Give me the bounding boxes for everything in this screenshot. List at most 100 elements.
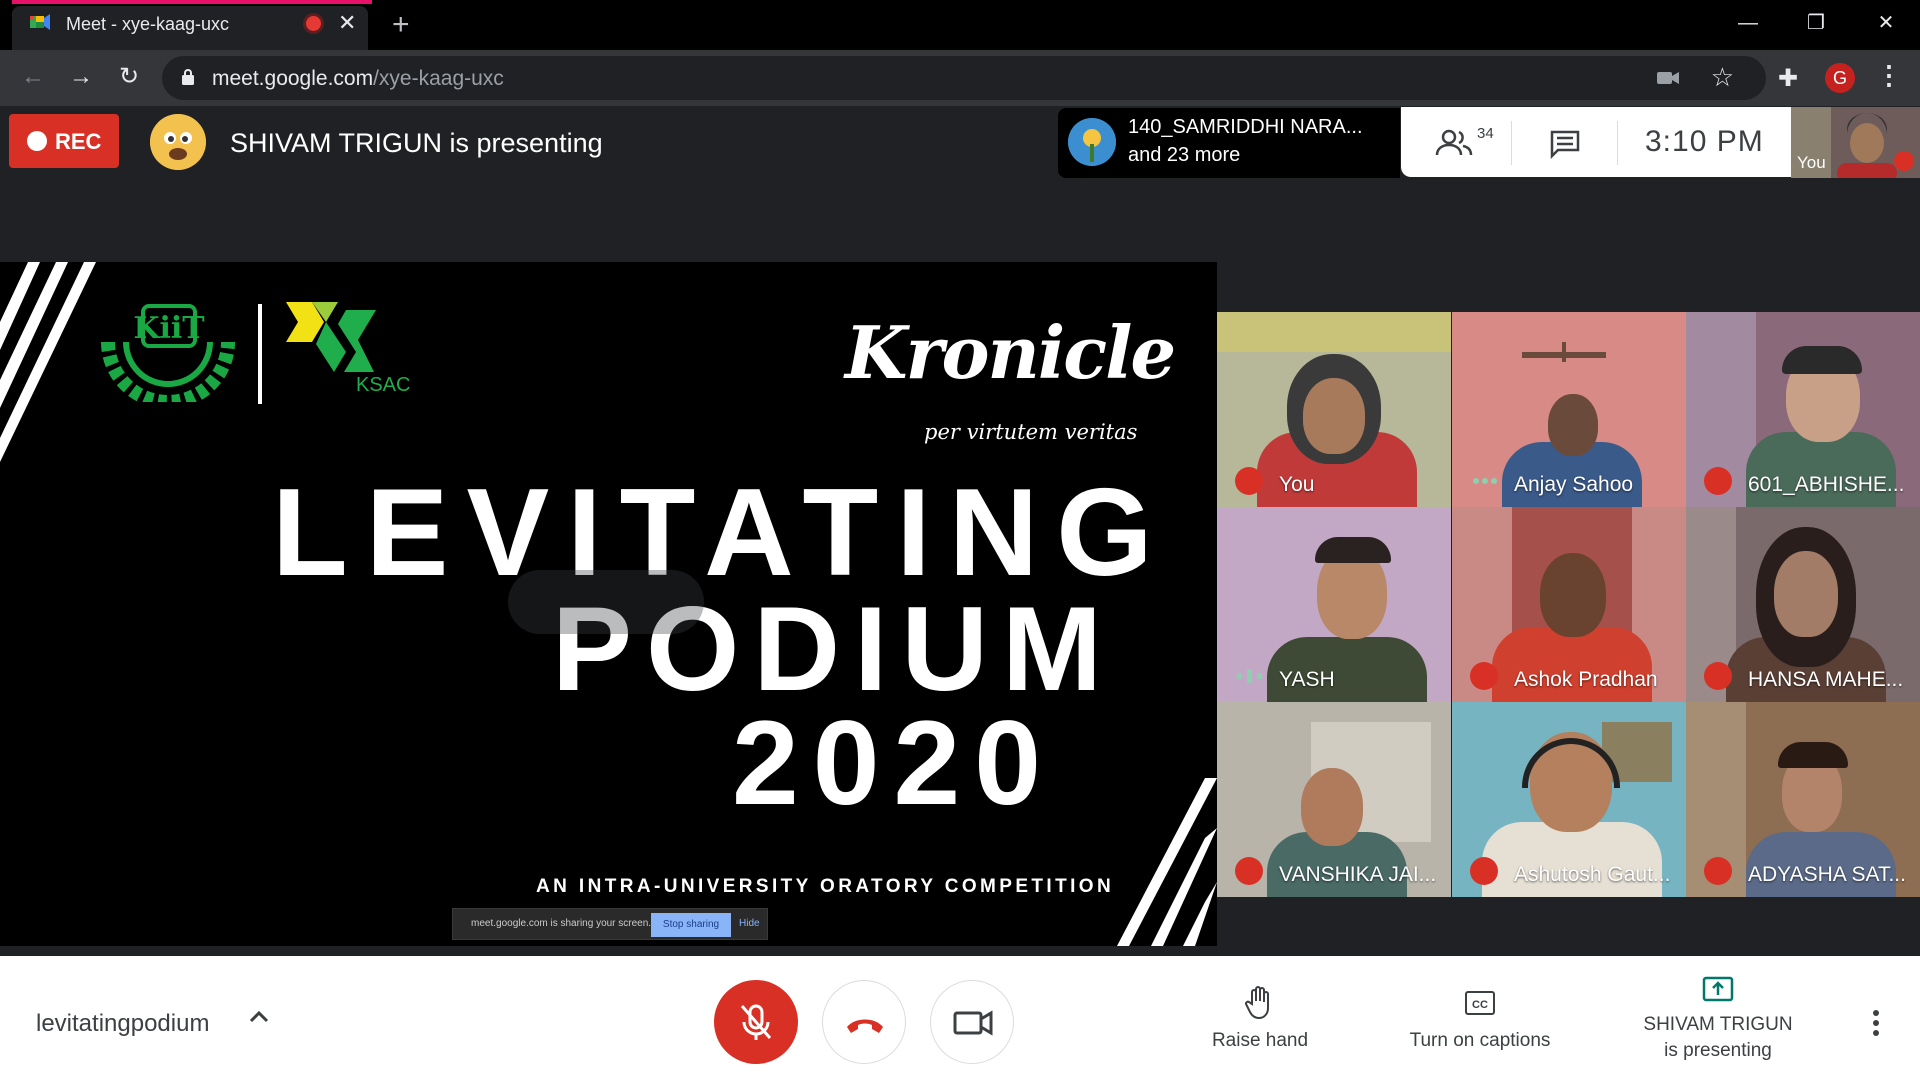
presenting-label-line-1: SHIVAM TRIGUN — [1643, 1014, 1793, 1035]
tile-face — [1774, 551, 1838, 637]
participant-tile[interactable]: HANSA MAHE... — [1686, 507, 1920, 702]
self-view-thumbnail[interactable]: You — [1791, 107, 1920, 178]
browser-toolbar: ← → ↻ meet.google.com/xye-kaag-uxc ☆ ✚ G… — [0, 50, 1920, 106]
minimize-icon[interactable]: — — [1718, 6, 1778, 42]
stop-sharing-button[interactable]: Stop sharing — [651, 913, 731, 937]
people-count: 34 — [1477, 125, 1494, 142]
kronicle-tagline: per virtutem veritas — [924, 420, 1138, 444]
tile-background — [1217, 312, 1451, 352]
tab-close-icon[interactable]: ✕ — [338, 10, 356, 36]
tile-hover-controls — [508, 570, 704, 634]
forward-icon[interactable]: → — [64, 60, 98, 94]
new-tab-icon[interactable]: + — [392, 8, 410, 42]
chrome-menu-icon[interactable]: ⋮ — [1876, 60, 1902, 91]
video-camera-icon — [953, 1010, 993, 1036]
participant-tile[interactable]: Anjay Sahoo — [1452, 312, 1686, 507]
tile-hair — [1315, 537, 1391, 563]
kiit-logo: KiiT — [101, 304, 235, 402]
panel-divider — [1617, 121, 1618, 165]
raise-hand-button[interactable]: Raise hand — [1196, 984, 1324, 1052]
tile-face — [1540, 553, 1606, 637]
chevron-up-icon[interactable] — [248, 1006, 270, 1028]
participant-name: You — [1279, 473, 1315, 496]
tab-title: Meet - xye-kaag-uxc — [66, 14, 230, 34]
participant-tile[interactable]: YASH — [1217, 507, 1451, 702]
panel-divider — [1511, 121, 1512, 165]
speaking-icon — [1237, 669, 1262, 683]
presenting-text: SHIVAM TRIGUN is presenting — [230, 128, 603, 158]
browser-tab-bar: Meet - xye-kaag-uxc ✕ + — ❐ ✕ — [0, 0, 1920, 50]
extensions-icon[interactable]: ✚ — [1778, 64, 1798, 93]
mic-off-icon — [1235, 467, 1263, 495]
hide-share-notice-link[interactable]: Hide — [739, 918, 760, 929]
profile-avatar[interactable]: G — [1825, 63, 1855, 93]
screen-share-notice: meet.google.com is sharing your screen. … — [452, 908, 768, 940]
recording-dot-icon — [27, 131, 47, 151]
ceiling-fan — [1522, 352, 1606, 358]
captions-label: Turn on captions — [1409, 1030, 1551, 1051]
participant-name: ADYASHA SAT... — [1748, 863, 1906, 886]
participant-tile[interactable]: 601_ABHISHE... — [1686, 312, 1920, 507]
lock-icon — [182, 69, 194, 85]
participant-avatar — [1068, 118, 1116, 166]
participant-name: HANSA MAHE... — [1748, 668, 1904, 691]
restore-icon[interactable]: ❐ — [1786, 6, 1846, 42]
hand-icon — [1245, 986, 1269, 1020]
share-notice-text: meet.google.com is sharing your screen. — [471, 918, 652, 929]
shared-screen: KiiT KSAC Kronicle per virtutem veritas … — [0, 262, 1217, 946]
microphone-toggle-button[interactable] — [714, 980, 798, 1064]
raise-hand-label: Raise hand — [1211, 1030, 1309, 1051]
url-path: /xye-kaag-uxc — [373, 67, 504, 90]
ksac-text: KSAC — [356, 374, 411, 396]
participant-name: Ashutosh Gaut... — [1514, 863, 1671, 886]
meeting-details-name[interactable]: levitatingpodium — [36, 1010, 209, 1038]
decorative-stripes — [0, 262, 96, 462]
mic-off-icon — [1470, 662, 1498, 690]
logo-divider — [258, 304, 262, 404]
leave-call-button[interactable] — [822, 980, 906, 1064]
chip-more-count: and 23 more — [1128, 144, 1241, 166]
mic-off-icon — [1470, 857, 1498, 885]
tile-hair — [1778, 742, 1848, 768]
people-icon[interactable] — [1435, 127, 1475, 159]
participant-tile[interactable]: ADYASHA SAT... — [1686, 702, 1920, 897]
decorative-stripes — [1117, 778, 1217, 946]
svg-text:KiiT: KiiT — [133, 311, 205, 346]
chat-icon[interactable] — [1549, 129, 1581, 159]
participants-preview[interactable]: 140_SAMRIDDHI NARA... and 23 more — [1058, 108, 1400, 178]
participant-name: 601_ABHISHE... — [1748, 473, 1905, 496]
presenting-label-line-2: is presenting — [1664, 1040, 1772, 1061]
reload-icon[interactable]: ↻ — [112, 60, 146, 94]
meeting-controls-bar: levitatingpodium Raise hand CC Turn on c… — [0, 956, 1920, 1080]
presenting-button[interactable]: SHIVAM TRIGUN is presenting — [1630, 972, 1806, 1062]
svg-text:CC: CC — [1472, 999, 1488, 1011]
participant-tile[interactable]: VANSHIKA JAI... — [1217, 702, 1451, 897]
participant-tile[interactable]: Ashok Pradhan — [1452, 507, 1686, 702]
idle-audio-icon — [1473, 478, 1497, 484]
chip-participant-name: 140_SAMRIDDHI NARA... — [1128, 116, 1363, 138]
participant-tile[interactable]: Ashutosh Gaut... — [1452, 702, 1686, 897]
url-domain: meet.google.com — [212, 67, 374, 90]
bookmark-star-icon[interactable]: ☆ — [1711, 62, 1734, 93]
window-close-icon[interactable]: ✕ — [1856, 6, 1916, 42]
recording-label: REC — [55, 129, 102, 154]
presentation-subtitle: AN INTRA-UNIVERSITY ORATORY COMPETITION — [536, 876, 1115, 897]
back-icon[interactable]: ← — [16, 60, 50, 94]
camera-toggle-button[interactable] — [930, 980, 1014, 1064]
meet-favicon-icon — [30, 14, 50, 30]
tile-face — [1301, 768, 1363, 846]
meeting-info-panel: 34 3:10 PM — [1401, 107, 1791, 177]
tile-face — [1548, 394, 1598, 456]
title-line-3: 2020 — [732, 696, 1055, 830]
mic-off-icon — [1704, 857, 1732, 885]
captions-button[interactable]: CC Turn on captions — [1396, 984, 1564, 1052]
address-bar[interactable]: meet.google.com/xye-kaag-uxc ☆ — [162, 56, 1766, 100]
more-options-icon[interactable] — [1864, 1008, 1888, 1038]
camera-in-use-icon[interactable] — [1656, 68, 1680, 88]
mic-off-icon — [740, 1004, 772, 1040]
tab-recording-icon — [306, 16, 321, 31]
participant-tile[interactable]: You — [1217, 312, 1451, 507]
participant-name: YASH — [1279, 668, 1335, 691]
participant-name: Ashok Pradhan — [1514, 668, 1658, 691]
kronicle-logo: Kronicle — [845, 310, 1176, 395]
